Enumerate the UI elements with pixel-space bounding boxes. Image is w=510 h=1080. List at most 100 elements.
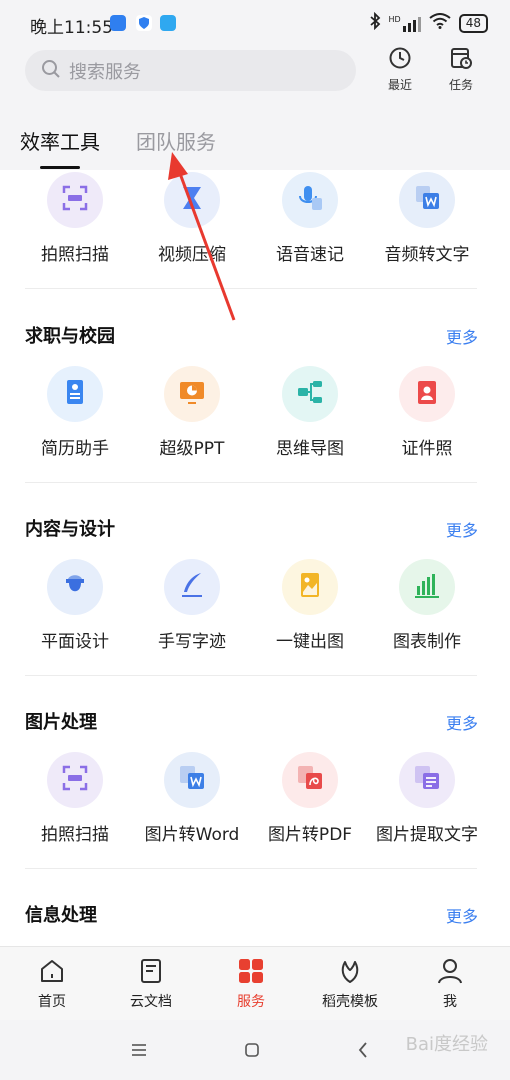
microphone-icon — [295, 183, 325, 217]
service-icon-circle — [164, 172, 220, 228]
network-label: HD — [388, 15, 401, 24]
service-item[interactable]: 拍照扫描 — [16, 172, 134, 265]
bottom-navigation: 首页 云文档 服务 稻壳模板 我 — [0, 946, 510, 1020]
services-list: 拍照扫描 视频压缩 语音速记 音频转文字 求职与校园 更多 简历助手 超级PPT 思维导图… — [0, 170, 510, 946]
divider — [25, 675, 477, 676]
service-item[interactable]: 视频压缩 — [133, 172, 251, 265]
service-label: 简历助手 — [41, 439, 109, 459]
service-label: 一键出图 — [276, 632, 344, 652]
service-item[interactable]: 拍照扫描 — [16, 752, 134, 845]
active-tab-indicator — [40, 166, 80, 169]
more-link[interactable]: 更多 — [446, 324, 478, 348]
nav-label: 云文档 — [130, 994, 172, 1010]
service-icon-circle — [399, 172, 455, 228]
service-label: 图表制作 — [393, 632, 461, 652]
service-label: 手写字迹 — [158, 632, 226, 652]
service-item[interactable]: 图表制作 — [368, 559, 486, 652]
document-icon — [137, 959, 165, 989]
service-label: 图片转Word — [144, 825, 240, 845]
service-label: 超级PPT — [159, 439, 225, 459]
nav-services[interactable]: 服务 — [211, 957, 291, 1011]
nav-label: 服务 — [237, 994, 265, 1010]
search-input[interactable]: 搜索服务 — [25, 50, 356, 91]
home-square-icon[interactable] — [244, 1042, 260, 1062]
scan-icon — [60, 763, 90, 797]
more-link[interactable]: 更多 — [446, 517, 478, 541]
grid-icon — [237, 959, 265, 989]
grid-job: 简历助手 超级PPT 思维导图 证件照 — [0, 366, 510, 476]
service-item[interactable]: 平面设计 — [16, 559, 134, 652]
image-to-word-icon — [177, 763, 207, 797]
more-link[interactable]: 更多 — [446, 903, 478, 927]
more-link[interactable]: 更多 — [446, 710, 478, 734]
service-icon-circle — [47, 559, 103, 615]
video-compress-icon — [177, 183, 207, 217]
service-label: 拍照扫描 — [41, 245, 109, 265]
nav-label: 我 — [443, 994, 457, 1010]
section-title: 内容与设计 — [25, 519, 115, 540]
service-icon-circle — [47, 366, 103, 422]
task-button[interactable]: 任务 — [436, 46, 486, 96]
watermark: Bai度经验 — [405, 1034, 488, 1055]
pen-icon — [177, 570, 207, 604]
recent-label: 最近 — [387, 78, 412, 92]
service-icon-circle — [47, 172, 103, 228]
service-icon-circle — [282, 366, 338, 422]
service-label: 思维导图 — [276, 439, 344, 459]
tab-efficiency-tools[interactable]: 效率工具 — [20, 126, 100, 155]
divider — [25, 868, 477, 869]
menu-icon[interactable] — [131, 1042, 147, 1061]
service-item[interactable]: 图片提取文字 — [368, 752, 486, 845]
section-title: 信息处理 — [25, 905, 97, 926]
recent-button[interactable]: 最近 — [375, 46, 425, 96]
service-item[interactable]: 图片转Word — [133, 752, 251, 845]
service-label: 平面设计 — [41, 632, 109, 652]
service-item[interactable]: 手写字迹 — [133, 559, 251, 652]
grid-row-top: 拍照扫描 视频压缩 语音速记 音频转文字 — [0, 172, 510, 282]
nav-cloud-docs[interactable]: 云文档 — [111, 957, 191, 1011]
service-icon-circle — [164, 366, 220, 422]
chat-app-icon — [160, 15, 176, 31]
back-icon[interactable] — [357, 1041, 369, 1063]
service-item[interactable]: 证件照 — [368, 366, 486, 459]
resume-icon — [60, 377, 90, 411]
service-label: 图片提取文字 — [376, 825, 478, 845]
mindmap-icon — [295, 377, 325, 411]
nav-home[interactable]: 首页 — [12, 957, 92, 1011]
bluetooth-icon — [369, 11, 381, 34]
service-label: 拍照扫描 — [41, 825, 109, 845]
service-item[interactable]: 语音速记 — [251, 172, 369, 265]
clock-icon — [388, 47, 412, 74]
service-item[interactable]: 音频转文字 — [368, 172, 486, 265]
service-item[interactable]: 图片转PDF — [251, 752, 369, 845]
service-label: 语音速记 — [276, 245, 344, 265]
service-item[interactable]: 简历助手 — [16, 366, 134, 459]
search-placeholder: 搜索服务 — [69, 61, 141, 83]
tab-team-services[interactable]: 团队服务 — [136, 126, 216, 155]
status-bar: 晚上11:55 HD 48 — [0, 0, 510, 46]
search-icon — [41, 59, 61, 83]
service-label: 音频转文字 — [384, 245, 470, 265]
service-icon-circle — [164, 752, 220, 808]
leaf-icon — [336, 961, 364, 989]
nav-label: 稻壳模板 — [322, 994, 378, 1010]
section-header-info: 信息处理 更多 — [25, 899, 478, 927]
service-item[interactable]: 超级PPT — [133, 366, 251, 459]
divider — [25, 482, 477, 483]
service-icon-circle — [47, 752, 103, 808]
nav-me[interactable]: 我 — [410, 957, 490, 1011]
task-calendar-icon — [449, 48, 473, 74]
service-icon-circle — [399, 366, 455, 422]
service-label: 视频压缩 — [158, 245, 226, 265]
audio-to-text-icon — [412, 183, 442, 217]
design-icon — [60, 570, 90, 604]
shield-app-icon — [136, 15, 152, 31]
service-item[interactable]: 一键出图 — [251, 559, 369, 652]
home-icon — [38, 960, 66, 989]
service-item[interactable]: 思维导图 — [251, 366, 369, 459]
id-photo-icon — [412, 377, 442, 411]
tab-bar: 效率工具 团队服务 — [0, 112, 510, 170]
nav-templates[interactable]: 稻壳模板 — [310, 957, 390, 1011]
service-icon-circle — [282, 172, 338, 228]
wifi-icon — [429, 13, 451, 33]
